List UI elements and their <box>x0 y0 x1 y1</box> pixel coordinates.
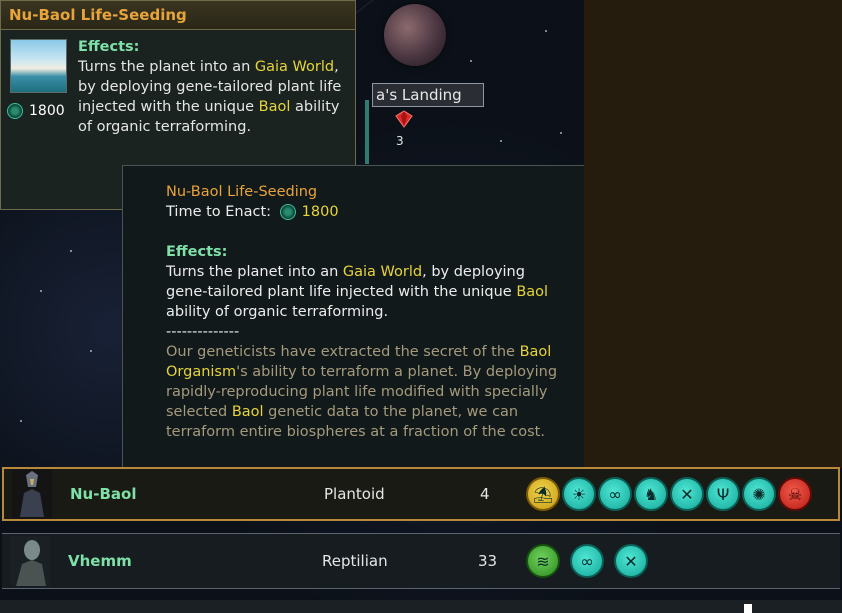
time-value: 1800 <box>301 204 339 220</box>
species-name: Vhemm <box>68 552 132 570</box>
gaia-world-link: Gaia World <box>254 59 335 75</box>
species-name: Nu-Baol <box>70 485 137 503</box>
species-count: 33 <box>478 552 498 570</box>
species-class: Plantoid <box>324 485 385 503</box>
cursor-marker <box>744 604 752 613</box>
trait-list: ≋ ∞ ✕ <box>526 544 648 578</box>
lore-text: Our geneticists have extracted the secre… <box>166 344 558 440</box>
planet-name-plate[interactable]: a's Landing <box>372 83 484 107</box>
skull-icon[interactable]: ☠ <box>778 477 812 511</box>
gem-count: 3 <box>396 134 404 148</box>
tooltip-title: Nu-Baol Life-Seeding <box>166 184 318 200</box>
effects-label: Effects: <box>78 39 140 55</box>
baol-link: Baol <box>258 99 291 115</box>
baol-link: Baol <box>231 404 264 420</box>
gaia-world-link: Gaia World <box>342 264 423 280</box>
cells-icon[interactable]: ∞ <box>598 477 632 511</box>
elephant-icon[interactable]: ♞ <box>634 477 668 511</box>
effects-label: Effects: <box>166 244 228 260</box>
species-count: 4 <box>480 485 490 503</box>
tools-icon[interactable]: ✕ <box>670 477 704 511</box>
fork-icon[interactable]: Ψ <box>706 477 740 511</box>
cells-icon[interactable]: ∞ <box>570 544 604 578</box>
cost-display: 1800 <box>7 103 65 119</box>
baol-link: Baol <box>516 284 549 300</box>
tools-icon[interactable]: ✕ <box>614 544 648 578</box>
project-tooltip: Nu-Baol Life-Seeding Time to Enact: 1800… <box>122 165 584 468</box>
sun-icon[interactable]: ☀ <box>562 477 596 511</box>
wave-icon[interactable]: ≋ <box>526 544 560 578</box>
species-portrait <box>12 469 52 519</box>
time-to-enact: Time to Enact: 1800 <box>166 202 566 222</box>
time-label: Time to Enact: <box>166 204 276 220</box>
species-row[interactable]: Nu-Baol Plantoid 4 ⛱ ☀ ∞ ♞ ✕ Ψ ✺ ☠ <box>2 467 840 521</box>
small-tooltip-effects: Effects: Turns the planet into an Gaia W… <box>78 37 348 137</box>
divider-bar <box>365 100 369 164</box>
cost-value: 1800 <box>29 103 65 119</box>
species-portrait <box>10 536 50 586</box>
island-icon[interactable]: ⛱ <box>526 477 560 511</box>
trait-list: ⛱ ☀ ∞ ♞ ✕ Ψ ✺ ☠ <box>526 477 812 511</box>
planet[interactable] <box>384 4 446 66</box>
gaia-world-thumbnail <box>10 39 67 93</box>
effects-text: Turns the planet into an Gaia World, by … <box>166 264 549 320</box>
separator: -------------- <box>166 324 240 340</box>
gem-icon <box>395 110 413 128</box>
time-icon <box>7 103 23 119</box>
bottom-strip <box>0 600 842 613</box>
gear-icon[interactable]: ✺ <box>742 477 776 511</box>
side-panel <box>584 0 842 468</box>
small-tooltip-title: Nu-Baol Life-Seeding <box>1 1 355 30</box>
effects-text: Turns the planet into an <box>78 59 255 75</box>
species-class: Reptilian <box>322 552 388 570</box>
time-icon <box>279 204 296 220</box>
species-row[interactable]: Vhemm Reptilian 33 ≋ ∞ ✕ <box>2 533 840 589</box>
